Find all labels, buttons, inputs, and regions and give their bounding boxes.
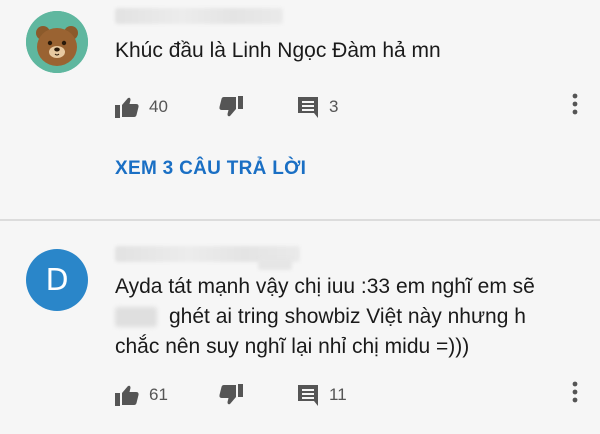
- comment-text-line-3: chắc nên suy nghĩ lại nhỉ chị midu =))): [115, 335, 470, 358]
- reply-button[interactable]: 3: [297, 92, 338, 122]
- dislike-button[interactable]: [219, 92, 243, 122]
- redacted-name: [115, 307, 157, 328]
- author-name-blurred[interactable]: [115, 8, 283, 24]
- comment-icon: [297, 96, 319, 118]
- like-button[interactable]: 61: [115, 380, 168, 410]
- like-button[interactable]: 40: [115, 92, 168, 122]
- comment-text-line-1: Ayda tát mạnh vậy chị iuu :33 em nghĩ em…: [115, 275, 535, 298]
- more-vert-icon: [572, 381, 578, 408]
- reply-count: 3: [329, 97, 339, 116]
- more-options-button[interactable]: [572, 92, 578, 121]
- author-meta-blurred: [258, 258, 292, 270]
- user-avatar[interactable]: D: [26, 249, 88, 311]
- thumbs-up-icon: [115, 96, 139, 118]
- dislike-button[interactable]: [219, 380, 243, 410]
- thumbs-down-icon: [219, 384, 243, 406]
- more-options-button[interactable]: [572, 380, 578, 409]
- comment-text-line-2-text: ghét ai tring showbiz Việt này nhưng h: [169, 305, 526, 328]
- comment-1: Khúc đầu là Linh Ngọc Đàm hả mn 40 3 XEM…: [0, 0, 600, 218]
- bear-avatar-icon[interactable]: [26, 11, 88, 73]
- like-count: 61: [149, 385, 168, 404]
- thumbs-down-icon: [219, 96, 243, 118]
- view-replies-link[interactable]: XEM 3 CÂU TRẢ LỜI: [115, 158, 306, 180]
- comment-text: Ayda tát mạnh vậy chị iuu :33 em nghĩ em…: [115, 272, 535, 362]
- more-vert-icon: [572, 93, 578, 120]
- thumbs-up-icon: [115, 384, 139, 406]
- comment-2: D Ayda tát mạnh vậy chị iuu :33 em nghĩ …: [0, 222, 600, 434]
- reply-count: 11: [329, 385, 347, 404]
- comment-divider: [0, 219, 600, 221]
- comment-text: Khúc đầu là Linh Ngọc Đàm hả mn: [115, 39, 441, 62]
- reply-button[interactable]: 11: [297, 380, 347, 410]
- like-count: 40: [149, 97, 168, 116]
- comment-icon: [297, 384, 319, 406]
- comment-text-line-2: ghét ai tring showbiz Việt này nhưng h: [115, 302, 535, 332]
- avatar-letter: D: [45, 262, 69, 298]
